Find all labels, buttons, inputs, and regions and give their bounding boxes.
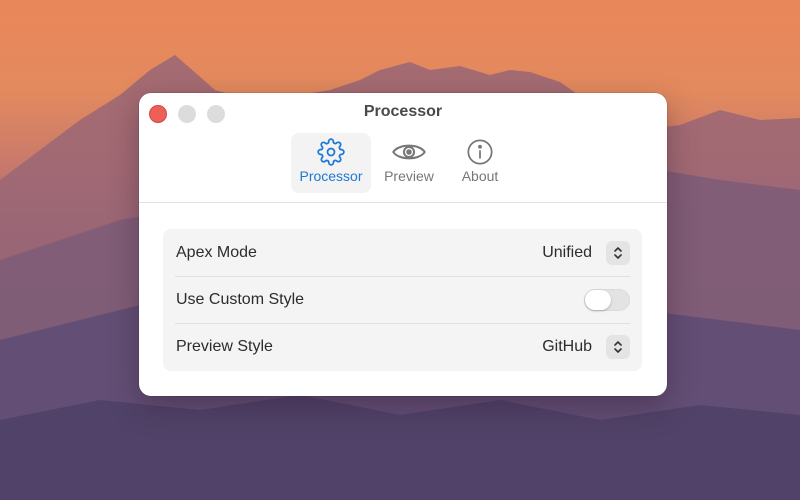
tab-label: About: [461, 168, 499, 184]
preview-style-popup[interactable]: GitHub: [542, 334, 630, 359]
setting-label: Use Custom Style: [176, 290, 305, 308]
setting-label: Preview Style: [176, 337, 273, 355]
tab-preview[interactable]: Preview: [369, 133, 449, 193]
info-icon: [467, 139, 493, 165]
tab-label: Processor: [299, 168, 363, 184]
custom-style-toggle[interactable]: [584, 288, 630, 311]
chevron-up-down-icon[interactable]: [606, 240, 630, 265]
tab-processor[interactable]: Processor: [291, 133, 371, 193]
window-title: Processor: [363, 103, 443, 120]
toolbar: Processor Processor Preview About: [139, 93, 667, 203]
tab-label: Preview: [384, 168, 434, 184]
eye-icon: [392, 144, 426, 160]
toggle-knob: [585, 289, 611, 310]
setting-row-apex-mode: Apex Mode Unified: [163, 229, 642, 276]
apex-mode-popup[interactable]: Unified: [542, 240, 630, 265]
setting-label: Apex Mode: [176, 243, 257, 261]
settings-window: Processor Processor Preview About Apex M…: [139, 93, 667, 396]
tab-about[interactable]: About: [440, 133, 520, 193]
apex-mode-value: Unified: [542, 243, 592, 261]
settings-group: Apex Mode Unified Use Custom Style Previ…: [163, 229, 642, 371]
gear-icon: [317, 138, 345, 166]
chevron-up-down-icon[interactable]: [606, 334, 630, 359]
setting-row-custom-style: Use Custom Style: [163, 276, 642, 323]
setting-row-preview-style: Preview Style GitHub: [163, 323, 642, 370]
preview-style-value: GitHub: [542, 337, 592, 355]
